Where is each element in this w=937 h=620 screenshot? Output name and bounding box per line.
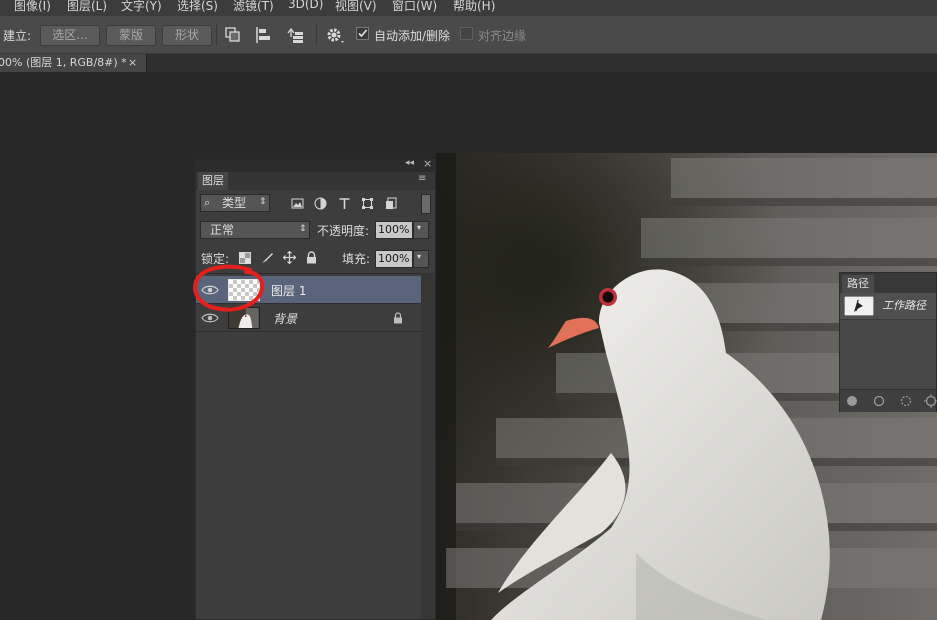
checkmark-icon — [358, 29, 368, 38]
align-edges-checkbox[interactable] — [460, 27, 473, 40]
menu-help[interactable]: 帮助(H) — [453, 0, 495, 14]
close-icon[interactable]: × — [423, 157, 432, 170]
make-work-path-icon[interactable] — [924, 394, 937, 408]
menu-window[interactable]: 窗口(W) — [392, 0, 437, 14]
toolbar-divider — [216, 24, 217, 46]
chevron-updown-icon: ⇕ — [259, 197, 267, 207]
path-row-work-path[interactable]: 工作路径 — [840, 293, 936, 320]
lock-transparent-pixels-icon[interactable] — [239, 252, 251, 264]
lock-all-icon[interactable] — [306, 251, 317, 264]
layers-panel: ◂◂ × 图层 ≡ ⌕ 类型 ⇕ 正常 ⇕ 不透明度: 100% ▾ 锁定: 填… — [192, 157, 436, 620]
toolbar-divider — [316, 24, 317, 46]
path-operations-icon[interactable] — [223, 25, 243, 45]
blend-mode-label: 正常 — [210, 223, 235, 237]
filter-toggle-switch[interactable] — [421, 194, 431, 214]
auto-add-delete-checkbox[interactable] — [356, 27, 369, 40]
menu-type[interactable]: 文字(Y) — [121, 0, 162, 14]
fill-path-icon[interactable] — [846, 395, 858, 407]
smart-object-filter-icon[interactable] — [385, 197, 398, 210]
annotation-circle — [192, 264, 265, 312]
menu-3d[interactable]: 3D(D) — [288, 0, 323, 11]
make-mask-button[interactable]: 蒙版 — [106, 25, 156, 46]
shape-filter-icon[interactable] — [361, 197, 374, 210]
path-thumbnail — [844, 296, 874, 316]
gear-icon[interactable] — [325, 25, 345, 45]
path-name[interactable]: 工作路径 — [882, 297, 926, 313]
layer-name[interactable]: 图层 1 — [271, 282, 306, 299]
chevron-down-icon: ▾ — [417, 252, 422, 261]
filter-kind-dropdown[interactable]: ⌕ 类型 ⇕ — [200, 194, 270, 212]
menu-layer[interactable]: 图层(L) — [67, 0, 107, 14]
chevron-down-icon: ▾ — [417, 223, 422, 232]
opacity-input[interactable]: 100% — [375, 221, 413, 239]
paths-footer — [840, 389, 937, 412]
path-arrangement-icon[interactable] — [285, 25, 305, 45]
opacity-label: 不透明度: — [317, 224, 370, 238]
fill-label: 填充: — [342, 252, 371, 266]
adjustment-filter-icon[interactable] — [314, 197, 327, 210]
menu-select[interactable]: 选择(S) — [177, 0, 218, 14]
layer-name[interactable]: 背景 — [273, 310, 297, 327]
make-shape-button[interactable]: 形状 — [162, 25, 212, 46]
collapse-icon[interactable]: ◂◂ — [405, 158, 414, 168]
document-tab-bar: 00% (图层 1, RGB/8#) * × — [0, 54, 937, 72]
blend-mode-dropdown[interactable]: 正常 ⇕ — [200, 221, 310, 239]
panel-tab-row: 路径 — [840, 273, 936, 293]
tab-layers[interactable]: 图层 — [198, 172, 228, 190]
tab-paths[interactable]: 路径 — [842, 275, 874, 293]
image-filter-icon[interactable] — [291, 197, 304, 210]
panel-title-strip: ◂◂ × — [196, 157, 435, 172]
path-alignment-icon[interactable] — [254, 25, 274, 45]
stroke-path-icon[interactable] — [873, 395, 885, 407]
options-bar: 建立: 选区... 蒙版 形状 自动添加/删除 对齐边缘 — [0, 16, 937, 54]
layers-scrollbar[interactable] — [421, 273, 435, 619]
search-icon: ⌕ — [204, 196, 211, 209]
menu-view[interactable]: 视图(V) — [335, 0, 377, 14]
load-selection-icon[interactable] — [900, 395, 912, 407]
filter-kind-label: 类型 — [222, 196, 247, 210]
make-label: 建立: — [3, 29, 32, 43]
menu-filter[interactable]: 滤镜(T) — [233, 0, 274, 14]
fill-slider-button[interactable]: ▾ — [413, 250, 429, 268]
panel-menu-icon[interactable]: ≡ — [418, 173, 426, 184]
panel-tab-row: 图层 ≡ — [196, 172, 435, 190]
close-icon[interactable]: × — [128, 54, 137, 72]
document-tab[interactable]: 00% (图层 1, RGB/8#) * × — [0, 54, 147, 72]
type-filter-icon[interactable] — [338, 197, 351, 210]
align-edges-label: 对齐边缘 — [478, 29, 527, 43]
opacity-slider-button[interactable]: ▾ — [413, 221, 429, 239]
chevron-updown-icon: ⇕ — [299, 224, 307, 234]
auto-add-delete-label: 自动添加/删除 — [374, 29, 451, 43]
lock-position-icon[interactable] — [283, 251, 296, 264]
lock-icon — [394, 312, 402, 324]
lock-image-pixels-icon[interactable] — [261, 251, 274, 264]
menu-image[interactable]: 图像(I) — [14, 0, 51, 14]
fill-input[interactable]: 100% — [375, 250, 413, 268]
make-selection-button[interactable]: 选区... — [40, 25, 100, 46]
menu-bar: 图像(I) 图层(L) 文字(Y) 选择(S) 滤镜(T) 3D(D) 视图(V… — [0, 0, 937, 16]
document-tab-title: 00% (图层 1, RGB/8#) * — [0, 56, 127, 69]
paths-panel: 路径 工作路径 — [839, 272, 937, 412]
